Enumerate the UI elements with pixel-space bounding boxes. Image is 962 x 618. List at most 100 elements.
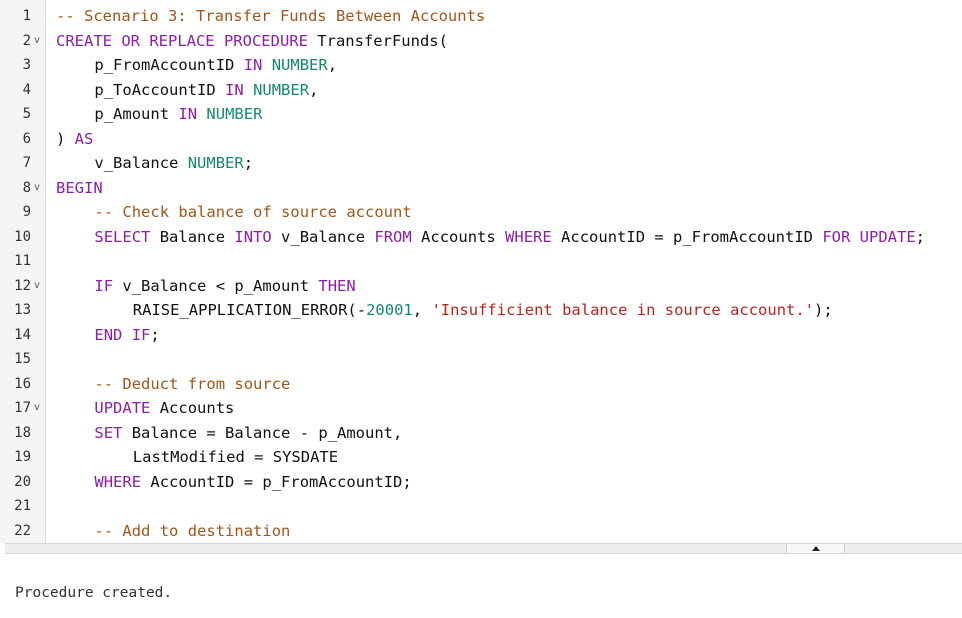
line-number: 21: [14, 498, 31, 514]
gutter-line: 7: [0, 151, 46, 176]
gutter-line: 19: [0, 445, 46, 470]
line-number: 8: [22, 179, 31, 196]
gutter-line: 6: [0, 127, 46, 152]
code-line[interactable]: WHERE AccountID = p_FromAccountID;: [94, 470, 411, 495]
gutter-line: 22: [0, 519, 46, 544]
gutter-line: 18: [0, 421, 46, 446]
code-token: NUMBER: [206, 105, 263, 123]
code-line[interactable]: -- Scenario 3: Transfer Funds Between Ac…: [56, 4, 485, 29]
code-line[interactable]: v_Balance NUMBER;: [94, 151, 253, 176]
code-line[interactable]: END IF;: [94, 323, 159, 348]
line-number: 15: [14, 351, 31, 367]
code-token: NUMBER: [271, 56, 328, 74]
line-number: 1: [22, 8, 31, 24]
code-token: AS: [74, 129, 94, 148]
code-token: -- Add to destination: [94, 521, 291, 540]
code-line[interactable]: -- Deduct from source: [94, 372, 290, 397]
code-token: RAISE_APPLICATION_ERROR(-: [132, 301, 367, 319]
line-number: 4: [22, 81, 31, 98]
code-token: p_Amount: [94, 105, 179, 123]
code-line[interactable]: -- Add to destination: [94, 519, 290, 544]
code-line[interactable]: RAISE_APPLICATION_ERROR(-20001, 'Insuffi…: [133, 298, 833, 323]
code-line[interactable]: BEGIN: [56, 176, 103, 201]
code-token: NUMBER: [187, 154, 244, 172]
code-token: Balance = Balance - p_Amount,: [122, 423, 403, 442]
line-number: 2: [22, 32, 31, 49]
gutter-line: 11: [0, 249, 46, 274]
code-line[interactable]: SET Balance = Balance - p_Amount,: [94, 421, 402, 446]
code-token: THEN: [318, 276, 356, 295]
line-number: 22: [14, 522, 31, 539]
gutter-line: 9: [0, 200, 46, 225]
code-token: UPDATE: [94, 399, 151, 417]
code-token: AccountID = p_FromAccountID: [551, 227, 823, 246]
line-number: 10: [14, 228, 31, 245]
code-line[interactable]: ) AS: [56, 127, 93, 152]
code-token: IF: [94, 276, 114, 295]
gutter-line: 14: [0, 323, 46, 348]
code-line[interactable]: LastModified = SYSDATE: [133, 445, 338, 470]
line-number: 20: [14, 473, 31, 490]
code-editor[interactable]: 1 2 v 3 4 5 6 7 8 v 9 10 11 12 v 13 14 15 16 17 v 18 19 20 21 22 …: [0, 0, 962, 543]
fold-chevron-down-icon[interactable]: v: [34, 280, 40, 291]
code-area[interactable]: -- Scenario 3: Transfer Funds Between Ac…: [56, 0, 962, 543]
line-number: 3: [22, 57, 31, 73]
code-token: WHERE: [505, 227, 552, 246]
gutter-line: 16: [0, 372, 46, 397]
line-number: 19: [14, 449, 31, 465]
line-number: 17: [14, 400, 31, 416]
code-line[interactable]: p_ToAccountID IN NUMBER,: [94, 78, 318, 103]
fold-chevron-down-icon[interactable]: v: [34, 403, 40, 413]
fold-chevron-down-icon[interactable]: v: [34, 182, 40, 193]
output-message: Procedure created.: [15, 585, 173, 601]
gutter-line: 17 v: [0, 396, 46, 421]
code-token: CREATE OR REPLACE PROCEDURE: [56, 31, 308, 50]
code-token: p_FromAccountID: [94, 56, 244, 74]
code-token: END IF: [94, 325, 151, 344]
line-number-gutter: 1 2 v 3 4 5 6 7 8 v 9 10 11 12 v 13 14 15 16 17 v 18 19 20 21 22: [0, 0, 46, 543]
splitter-handle[interactable]: [786, 544, 845, 553]
code-line[interactable]: p_Amount IN NUMBER: [94, 102, 262, 127]
panel-splitter[interactable]: [5, 543, 962, 554]
code-token: IN: [243, 56, 263, 74]
gutter-line: 1: [0, 4, 46, 29]
line-number: 13: [14, 302, 31, 318]
code-line[interactable]: -- Check balance of source account: [94, 200, 411, 225]
gutter-line: 8v: [0, 176, 46, 201]
code-token: -- Scenario 3: Transfer Funds Between Ac…: [56, 7, 486, 25]
code-line[interactable]: CREATE OR REPLACE PROCEDURE TransferFund…: [56, 29, 448, 54]
code-line[interactable]: SELECT Balance INTO v_Balance FROM Accou…: [94, 225, 925, 250]
code-token: SET: [94, 423, 123, 442]
code-token: NUMBER: [253, 80, 310, 99]
code-line[interactable]: IF v_Balance < p_Amount THEN: [94, 274, 355, 299]
code-token: WHERE: [94, 472, 142, 491]
gutter-line: 12 v: [0, 274, 46, 299]
code-token: ;: [243, 154, 254, 172]
fold-chevron-down-icon[interactable]: v: [34, 35, 40, 46]
line-number: 14: [14, 326, 31, 343]
code-token: SELECT: [94, 227, 151, 246]
code-token: LastModified = SYSDATE: [132, 448, 339, 466]
line-number: 18: [14, 424, 31, 441]
gutter-line: 3: [0, 53, 46, 78]
code-token: IN: [178, 105, 198, 123]
code-token: 20001: [366, 301, 413, 319]
gutter-line: 13: [0, 298, 46, 323]
gutter-line: 2v: [0, 29, 46, 54]
code-token: AccountID = p_FromAccountID;: [141, 472, 412, 491]
line-number: 9: [22, 204, 31, 220]
code-token: INTO: [234, 227, 272, 246]
code-line[interactable]: UPDATE Accounts: [94, 396, 234, 421]
line-number: 6: [22, 130, 31, 147]
code-token: Accounts: [150, 399, 235, 417]
code-token: v_Balance: [271, 227, 375, 246]
line-number: 16: [14, 375, 31, 392]
code-token: ,: [412, 301, 432, 319]
code-line[interactable]: p_FromAccountID IN NUMBER,: [94, 53, 337, 78]
triangle-up-icon[interactable]: [812, 546, 820, 551]
gutter-line: 5: [0, 102, 46, 127]
code-token: Accounts: [411, 227, 506, 246]
